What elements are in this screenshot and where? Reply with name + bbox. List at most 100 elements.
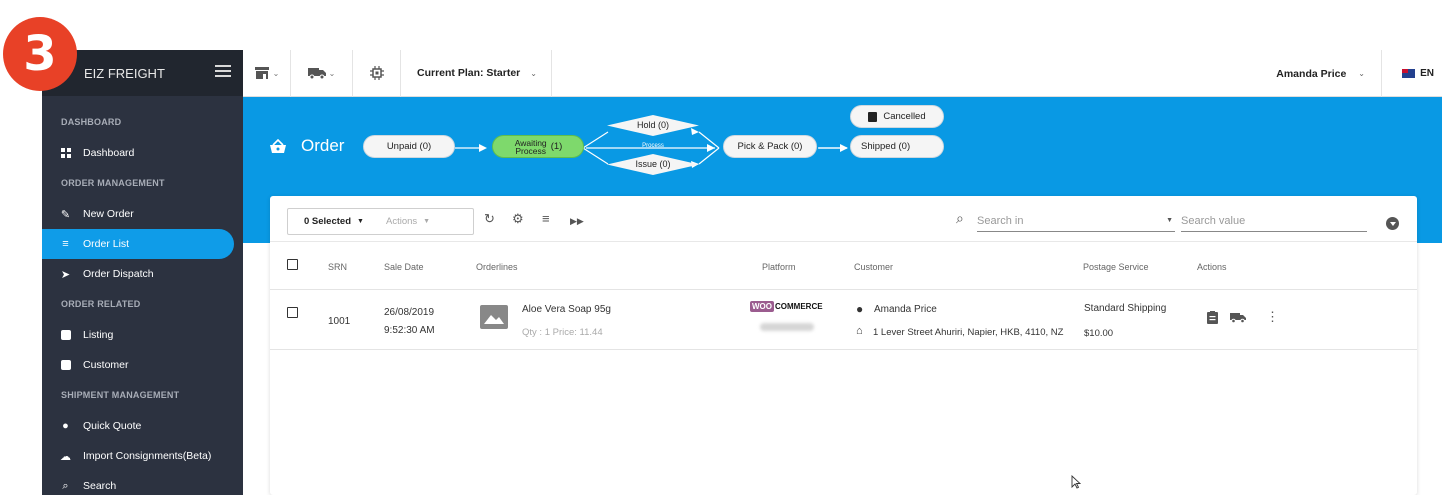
sidebar-item-listing[interactable]: Listing xyxy=(42,320,243,350)
process-label: Process xyxy=(642,143,664,149)
chevron-down-icon: ⌄ xyxy=(1358,69,1365,78)
clipboard-icon xyxy=(60,330,71,341)
caret-down-icon: ▼ xyxy=(357,218,364,225)
sidebar-item-quick-quote[interactable]: ● Quick Quote xyxy=(42,411,243,441)
sidebar-item-order-list[interactable]: ≡ Order List xyxy=(42,229,234,259)
stage-shipped[interactable]: Shipped (0) xyxy=(850,135,944,158)
sidebar-item-customer[interactable]: Customer xyxy=(42,350,243,380)
chevron-down-icon: ⌄ xyxy=(328,68,336,78)
dashboard-icon xyxy=(60,148,71,159)
row-srn: 1001 xyxy=(328,316,351,327)
chip-icon xyxy=(369,66,384,80)
truck-icon xyxy=(307,68,326,79)
truck-icon[interactable] xyxy=(1230,311,1246,326)
row-checkbox[interactable] xyxy=(287,307,298,318)
contact-card-icon xyxy=(60,360,71,371)
search-icon: ⌕ xyxy=(956,210,964,226)
send-icon: ➤ xyxy=(60,268,71,281)
selected-count-label: 0 Selected xyxy=(304,216,351,227)
sidebar-item-label: Listing xyxy=(83,329,114,341)
selected-count-dropdown[interactable]: 0 Selected ▼ xyxy=(288,216,386,227)
user-menu[interactable]: Amanda Price ⌄ xyxy=(1276,50,1382,97)
sidebar-item-import-consignments[interactable]: ☁ Import Consignments(Beta) xyxy=(42,441,243,471)
language-selector[interactable]: EN xyxy=(1402,50,1434,97)
stage-pick-pack[interactable]: Pick & Pack (0) xyxy=(723,135,817,158)
woo-logo-part: WOO xyxy=(750,301,774,312)
top-bar: ⌄ ⌄ Current Plan: Starter ⌄ Amanda Price… xyxy=(243,49,1442,97)
product-name[interactable]: Aloe Vera Soap 95g xyxy=(522,304,611,315)
commerce-logo-part: COMMERCE xyxy=(775,302,823,311)
flag-icon xyxy=(1402,69,1416,78)
actions-dropdown[interactable]: Actions ▼ xyxy=(386,216,430,227)
header-customer: Customer xyxy=(854,262,894,272)
current-plan-dropdown[interactable]: Current Plan: Starter ⌄ xyxy=(401,49,552,97)
table-row[interactable]: 1001 26/08/2019 9:52:30 AM Aloe Vera Soa… xyxy=(270,290,1417,350)
header-platform: Platform xyxy=(762,262,796,272)
product-qty-price: Qty : 1 Price: 11.44 xyxy=(522,327,603,338)
stage-awaiting-process[interactable]: Awaiting Process (1) xyxy=(492,135,584,158)
dollar-circle-icon: ● xyxy=(62,420,69,432)
postage-price: $10.00 xyxy=(1084,328,1114,339)
menu-toggle-icon[interactable] xyxy=(215,65,231,80)
select-all-checkbox[interactable] xyxy=(287,259,298,270)
settings-gear-icon[interactable]: ⚙ xyxy=(512,212,524,226)
refresh-icon[interactable]: ↻ xyxy=(484,212,495,226)
language-label: EN xyxy=(1420,68,1434,79)
sidebar-item-new-order[interactable]: ✎ New Order xyxy=(42,199,243,229)
stage-issue[interactable]: Issue (0) xyxy=(607,154,699,175)
product-image-placeholder-icon[interactable] xyxy=(480,305,508,329)
mouse-cursor-icon xyxy=(1071,475,1081,489)
search-icon: ⌕ xyxy=(62,479,69,492)
header-srn: SRN xyxy=(328,262,348,272)
user-name: Amanda Price xyxy=(1276,67,1347,80)
trash-icon xyxy=(868,111,878,122)
woocommerce-logo: WOO COMMERCE xyxy=(750,301,823,312)
app-window: 3 EIZ FREIGHT DASHBOARD Dashboard ORDER … xyxy=(0,0,1442,495)
stage-cancelled[interactable]: Cancelled xyxy=(850,105,944,128)
stage-hold-label: Hold (0) xyxy=(636,120,669,130)
table-header: SRN Sale Date Orderlines Platform Custom… xyxy=(270,242,1417,290)
stage-unpaid[interactable]: Unpaid (0) xyxy=(363,135,455,158)
user-circle-icon: ● xyxy=(856,302,864,316)
sidebar-item-label: Dashboard xyxy=(83,147,135,159)
filter-icon[interactable]: ≡ xyxy=(542,212,550,226)
row-sale-time: 9:52:30 AM xyxy=(384,325,435,336)
header-postage-service: Postage Service xyxy=(1083,262,1149,272)
clipboard-icon[interactable] xyxy=(1207,311,1218,327)
list-icon: ≡ xyxy=(62,238,69,250)
postage-service-name: Standard Shipping xyxy=(1084,303,1167,314)
redacted-store-name xyxy=(760,323,814,331)
search-value-input[interactable]: Search value xyxy=(1181,210,1367,232)
shipping-menu-button[interactable]: ⌄ xyxy=(291,49,353,97)
section-shipment-management: SHIPMENT MANAGEMENT xyxy=(61,390,180,400)
chip-button[interactable] xyxy=(353,49,401,97)
customer-address: 1 Lever Street Ahuriri, Napier, HKB, 411… xyxy=(873,327,1064,338)
search-in-select[interactable]: Search in ▼ xyxy=(977,210,1175,232)
pencil-icon: ✎ xyxy=(60,208,71,221)
step-number-badge: 3 xyxy=(3,17,77,91)
caret-down-icon: ▼ xyxy=(1166,217,1173,224)
more-vertical-icon[interactable]: ⋮ xyxy=(1266,309,1279,325)
sidebar-item-order-dispatch[interactable]: ➤ Order Dispatch xyxy=(42,259,243,289)
cloud-upload-icon: ☁ xyxy=(60,450,71,463)
chevron-down-icon: ⌄ xyxy=(530,68,537,78)
sidebar-item-label: Order Dispatch xyxy=(83,268,154,280)
customer-name[interactable]: Amanda Price xyxy=(874,304,937,315)
stage-cancelled-label: Cancelled xyxy=(883,111,926,122)
store-menu-button[interactable]: ⌄ xyxy=(243,49,291,97)
sidebar-item-label: Quick Quote xyxy=(83,420,142,432)
expand-circle-icon[interactable] xyxy=(1386,217,1399,230)
header-actions: Actions xyxy=(1197,262,1227,272)
stage-awaiting-count: (1) xyxy=(550,141,563,152)
header-orderlines: Orderlines xyxy=(476,262,518,272)
plan-label: Current Plan: Starter xyxy=(417,67,521,79)
stage-hold[interactable]: Hold (0) xyxy=(607,115,699,136)
sidebar-item-search[interactable]: ⌕ Search xyxy=(42,471,243,495)
brand-name: EIZ FREIGHT xyxy=(84,65,165,81)
sidebar-item-label: Search xyxy=(83,480,117,492)
caret-down-icon: ▼ xyxy=(423,218,431,225)
fast-forward-icon[interactable]: ▶▶ xyxy=(570,214,584,228)
sidebar: EIZ FREIGHT DASHBOARD Dashboard ORDER MA… xyxy=(42,50,243,495)
home-icon: ⌂ xyxy=(856,325,863,337)
sidebar-item-dashboard[interactable]: Dashboard xyxy=(42,138,243,168)
